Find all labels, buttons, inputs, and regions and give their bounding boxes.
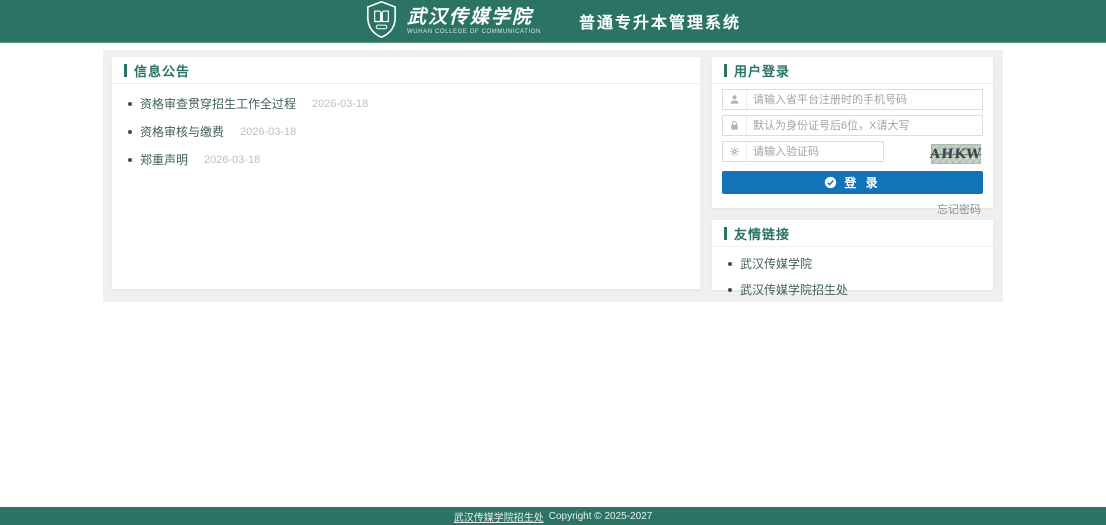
announcement-date: 2026-03-18 [204,154,260,166]
password-input-row [722,115,983,136]
forgot-password-link[interactable]: 忘记密码 [937,204,981,216]
friend-links-list: 武汉传媒学院 武汉传媒学院招生处 [712,247,993,315]
password-input[interactable] [747,117,982,134]
forgot-password-row: 忘记密码 [722,194,983,218]
friend-links-header: 友情链接 [712,220,993,247]
phone-input-row [722,89,983,110]
friend-link-row: 武汉传媒学院招生处 [728,281,977,298]
system-title: 普通专升本管理系统 [579,9,741,33]
app-header: 武汉传媒学院 WUHAN COLLEGE OF COMMUNICATION 普通… [0,0,1106,43]
bullet-dot-icon [728,262,732,266]
announcement-row: 资格审查贯穿招生工作全过程 2026-03-18 [128,95,684,112]
announcements-title: 信息公告 [134,61,190,80]
shield-open-book-logo-icon [365,0,398,43]
school-name-block: 武汉传媒学院 WUHAN COLLEGE OF COMMUNICATION [407,7,541,36]
announcements-list: 资格审查贯穿招生工作全过程 2026-03-18 资格审核与缴费 2026-03… [112,84,700,190]
announcement-date: 2026-03-18 [312,98,368,110]
phone-input[interactable] [747,91,982,108]
bullet-dot-icon [128,158,132,162]
friend-link[interactable]: 武汉传媒学院 [740,255,812,272]
login-button-label: 登 录 [844,174,880,191]
bullet-dot-icon [728,288,732,292]
footer-org-link[interactable]: 武汉传媒学院招生处 [454,509,544,524]
friend-link-row: 武汉传媒学院 [728,255,977,272]
title-accent-bar [124,64,127,77]
login-form: AHKW 登 录 忘记密码 [712,84,993,218]
school-name-cn: 武汉传媒学院 [407,7,541,28]
login-card: 用户登录 [712,57,993,208]
announcement-date: 2026-03-18 [240,126,296,138]
announcement-link[interactable]: 资格审核与缴费 [140,123,224,140]
footer-copyright: Copyright © 2025-2027 [549,511,653,522]
title-accent-bar [724,64,727,77]
friend-links-card: 友情链接 武汉传媒学院 武汉传媒学院招生处 [712,220,993,290]
friend-link[interactable]: 武汉传媒学院招生处 [740,281,848,298]
friend-links-title: 友情链接 [734,224,790,243]
captcha-row: AHKW [722,141,983,167]
captcha-code-text: AHKW [930,147,983,162]
login-title: 用户登录 [734,61,790,80]
captcha-input-row [722,141,884,162]
bullet-dot-icon [128,102,132,106]
captcha-image[interactable]: AHKW [931,144,981,164]
bullet-dot-icon [128,130,132,134]
lock-icon [723,116,747,135]
school-brand: 武汉传媒学院 WUHAN COLLEGE OF COMMUNICATION [365,0,541,43]
page-footer: 武汉传媒学院招生处 Copyright © 2025-2027 [0,507,1106,525]
title-accent-bar [724,227,727,240]
announcements-header: 信息公告 [112,57,700,84]
login-header: 用户登录 [712,57,993,84]
announcement-row: 郑重声明 2026-03-18 [128,151,684,168]
announcement-row: 资格审核与缴费 2026-03-18 [128,123,684,140]
login-button[interactable]: 登 录 [722,171,983,194]
captcha-input[interactable] [747,143,901,160]
check-circle-icon [824,176,844,189]
user-icon [723,90,747,109]
announcement-link[interactable]: 资格审查贯穿招生工作全过程 [140,95,296,112]
gear-icon [723,142,747,161]
announcement-link[interactable]: 郑重声明 [140,151,188,168]
announcements-card: 信息公告 资格审查贯穿招生工作全过程 2026-03-18 资格审核与缴费 20… [112,57,700,289]
school-name-en: WUHAN COLLEGE OF COMMUNICATION [407,28,541,36]
